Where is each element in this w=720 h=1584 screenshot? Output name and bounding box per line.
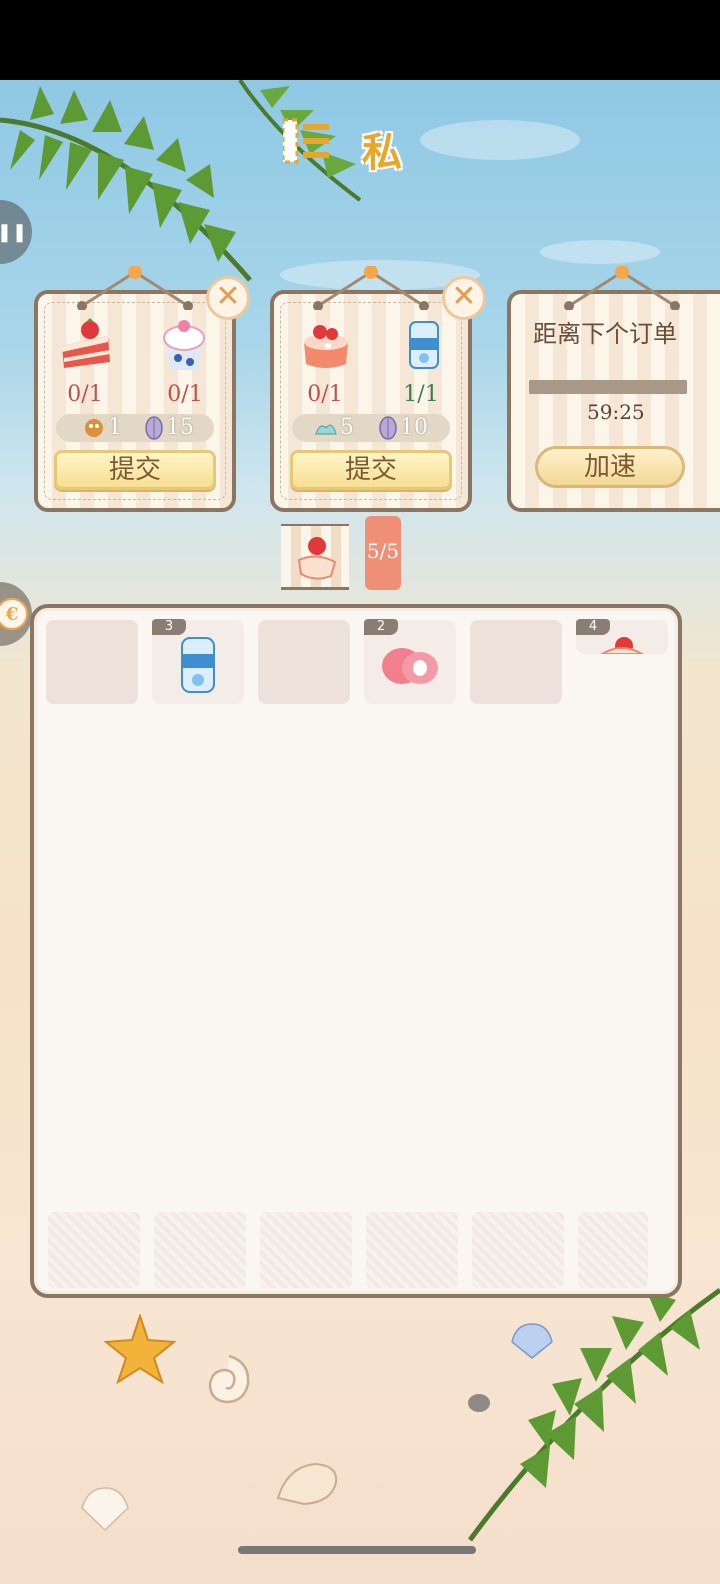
- next-order-card: 距离下个订单 59:25 加速: [507, 266, 720, 512]
- speed-up-button[interactable]: 加速: [535, 446, 685, 488]
- home-indicator[interactable]: [238, 1546, 476, 1554]
- item-progress: 1/1: [403, 382, 439, 407]
- coral-icon: [315, 424, 337, 435]
- item-progress: 0/1: [167, 382, 203, 407]
- pebble-shell-icon: [468, 1394, 490, 1412]
- strawberry-mochi-icon: [382, 648, 438, 684]
- inventory-slot[interactable]: 4: [576, 619, 668, 654]
- status-bar: [0, 0, 720, 80]
- slot-level-badge: 3: [152, 619, 186, 635]
- reward-value: 10: [400, 415, 428, 440]
- submit-order-button[interactable]: 提交: [54, 450, 216, 490]
- inventory-slot[interactable]: 2: [364, 619, 456, 704]
- order-list-icon: [281, 118, 329, 164]
- strawberry-dessert-icon: [600, 637, 644, 654]
- snail-shell-icon: [208, 1354, 250, 1404]
- hanger-icon: [77, 266, 193, 310]
- slot-level-badge: 2: [364, 619, 398, 635]
- shell-icon: [379, 416, 397, 440]
- water-glint: [420, 120, 580, 160]
- countdown-progress-fill: [529, 380, 687, 394]
- soda-can-icon: [181, 637, 215, 693]
- soda-can-icon: [409, 321, 439, 369]
- strawberry-dessert-icon: [297, 537, 337, 580]
- fan-shell-icon: [81, 1487, 129, 1532]
- coin-icon: €: [0, 598, 28, 630]
- submit-order-button[interactable]: 提交: [290, 450, 452, 490]
- scallop-shell-icon: [511, 1323, 553, 1359]
- blurred-inventory-row: [48, 1212, 648, 1288]
- strawberry-mousse-icon: [304, 325, 348, 368]
- pager-count-badge: 5/5: [365, 516, 401, 590]
- reward-value: 1: [108, 415, 122, 440]
- inventory-slot[interactable]: 3: [152, 619, 244, 704]
- item-progress: 0/1: [307, 382, 343, 407]
- pager-tab[interactable]: [281, 524, 349, 590]
- close-order-button[interactable]: ✕: [206, 276, 250, 320]
- strawberry-cake-icon: [62, 318, 110, 368]
- next-order-title: 距离下个订单: [533, 320, 677, 348]
- shell-icon: [145, 416, 163, 440]
- pause-icon: ❚❚: [0, 221, 28, 243]
- inventory-panel: 3 2 4: [30, 604, 682, 1298]
- reward-value: 15: [166, 415, 194, 440]
- hanger-icon: [313, 266, 429, 310]
- order-pager: 5/5: [281, 516, 401, 590]
- water-glint: [540, 240, 660, 264]
- starfish-icon: [104, 1314, 176, 1384]
- conch-shell-icon: [276, 1462, 338, 1506]
- countdown-timer: 59:25: [587, 400, 645, 424]
- inventory-slot[interactable]: [258, 620, 350, 704]
- countdown-progress-bar: [529, 380, 687, 394]
- inventory-slot[interactable]: [470, 620, 562, 704]
- hanger-icon: [563, 266, 680, 310]
- reward-value: 5: [340, 415, 354, 440]
- hermit-crab-icon: [85, 419, 103, 437]
- item-progress: 0/1: [67, 382, 103, 407]
- order-card: ✕ 0/1 1/1 5 10 提交: [270, 266, 486, 512]
- close-order-button[interactable]: ✕: [442, 276, 486, 320]
- inventory-slot[interactable]: [46, 620, 138, 704]
- order-card: ✕ 0/1 0/1 1 15 提交: [34, 266, 250, 512]
- system-nav-bar: [0, 1550, 720, 1584]
- ice-cream-cup-icon: [163, 320, 205, 370]
- page-title: 私: [362, 129, 402, 176]
